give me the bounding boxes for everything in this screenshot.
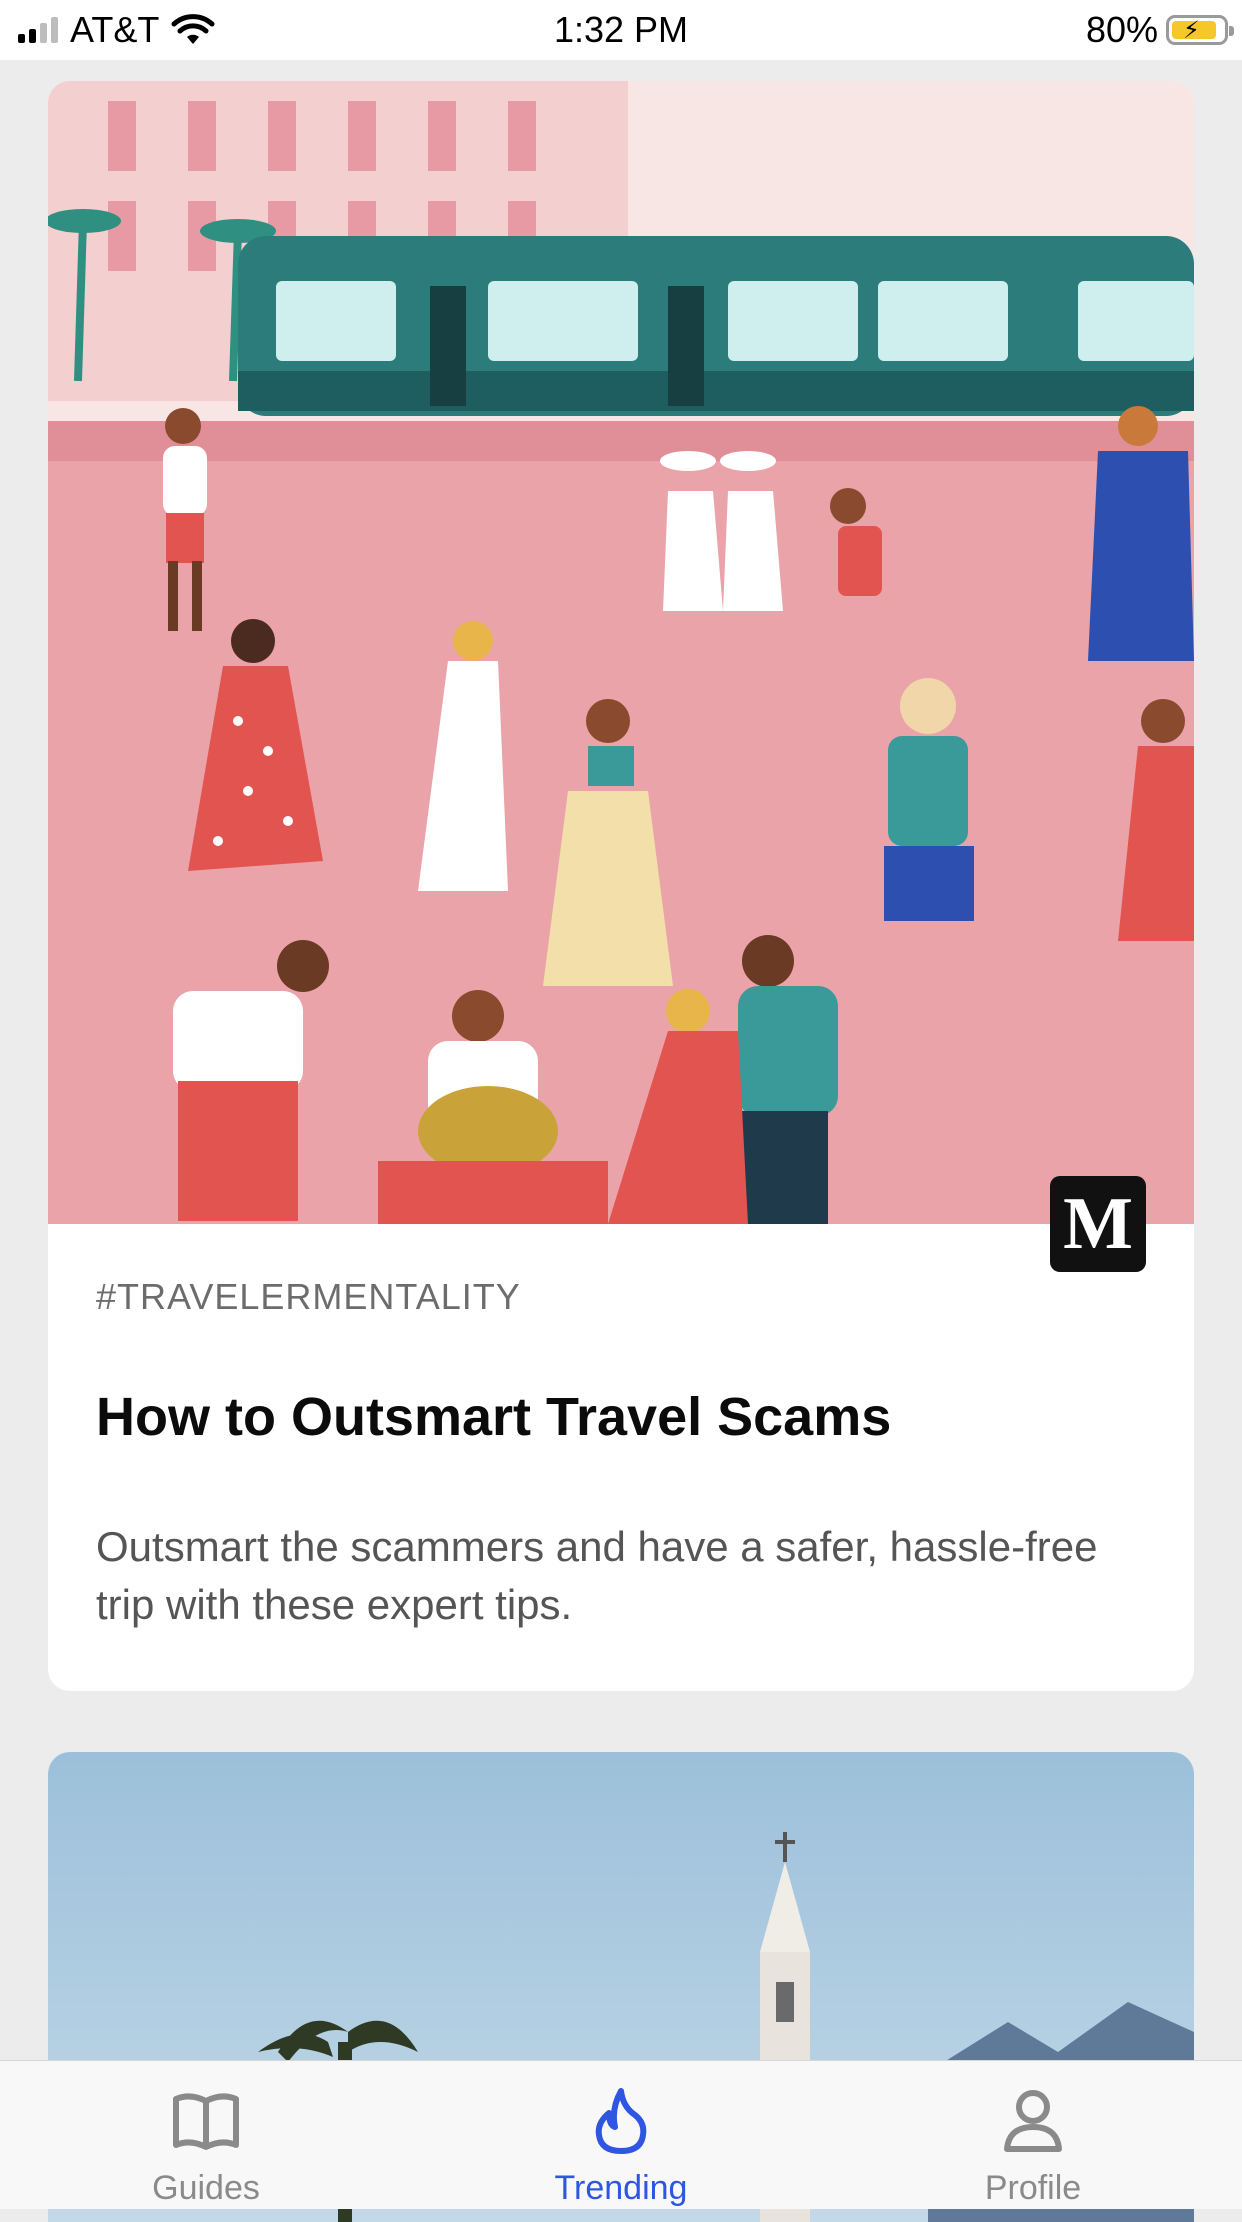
medium-logo-badge: M	[1050, 1176, 1146, 1272]
article-card[interactable]: M #TRAVELERMENTALITY How to Outsmart Tra…	[48, 81, 1194, 1691]
status-bar: AT&T 1:32 PM 80% ⚡	[0, 0, 1242, 60]
book-icon	[173, 2093, 239, 2150]
article-title[interactable]: How to Outsmart Travel Scams	[96, 1386, 891, 1448]
tab-profile[interactable]: Profile	[883, 2061, 1183, 2209]
battery-icon: ⚡	[1166, 15, 1234, 45]
article-hero-image	[48, 81, 1194, 1224]
flame-icon	[595, 2088, 647, 2154]
article-description: Outsmart the scammers and have a safer, …	[96, 1523, 1098, 1628]
tab-label: Trending	[554, 2169, 688, 2207]
article-tag[interactable]: #TRAVELERMENTALITY	[96, 1276, 521, 1318]
tab-trending[interactable]: Trending	[471, 2061, 771, 2209]
battery-percent: 80%	[1085, 9, 1158, 50]
tab-guides[interactable]: Guides	[56, 2061, 356, 2209]
person-icon	[1004, 2090, 1062, 2152]
tab-label: Guides	[152, 2169, 260, 2207]
tab-bar: Guides Trending Profile	[0, 2060, 1242, 2209]
battery-group: 80% ⚡	[1085, 8, 1234, 52]
status-time: 1:32 PM	[553, 9, 689, 50]
tab-label: Profile	[984, 2169, 1082, 2207]
